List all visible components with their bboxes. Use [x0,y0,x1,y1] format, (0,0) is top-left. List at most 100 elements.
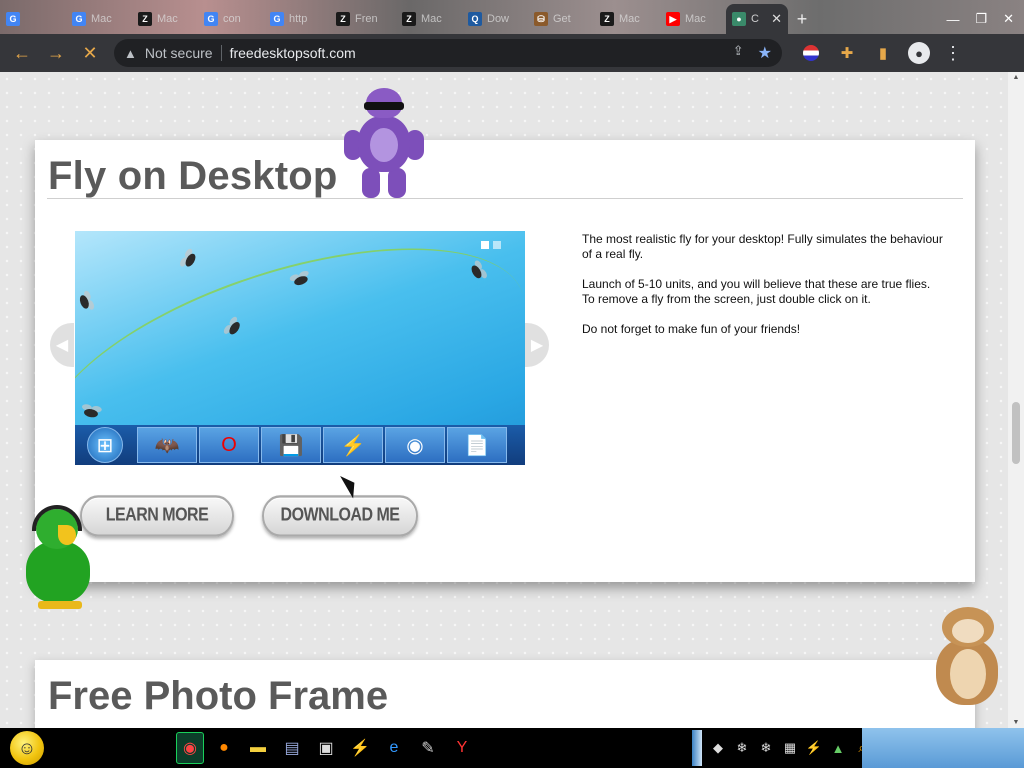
tab-title: Mac [421,13,442,25]
description-paragraph: To remove a fly from the screen, just do… [582,292,871,306]
next-product-title: Free Photo Frame [48,674,389,718]
firefox-task-icon[interactable]: ● [210,732,238,764]
tab-title: Mac [685,13,706,25]
browser-toolbar: ← → ✕ ▲ Not secure freedesktopsoft.com ⇪… [0,34,1024,72]
puzzle-icon[interactable]: ✚ [836,42,858,64]
php-file-icon: 📄 [447,427,507,463]
share-icon[interactable]: ⇪ [733,43,744,63]
tab-strip: G G Mac Z Mac Gcon Ghttp Z Fren Z Mac Q Dow ⛁ Get Z Mac ▶… [0,0,1024,34]
slider-next-button[interactable]: ▶ [525,323,549,367]
close-window-icon[interactable]: ✕ [1003,11,1014,27]
description-paragraph: The most realistic fly for your desktop!… [582,232,943,261]
tab-favicon-icon: ▶ [666,12,680,26]
chrome-icon: ◉ [385,427,445,463]
paint-task-icon[interactable]: ✎ [414,732,442,764]
new-tab-button[interactable]: + [788,4,816,34]
security-label[interactable]: Not secure [145,45,213,61]
tab-favicon-icon: ● [732,12,746,26]
yandex-task-icon[interactable]: Y [448,732,476,764]
browser-tab[interactable]: Z Mac [132,4,198,34]
browser-tab[interactable]: Z Fren [330,4,396,34]
browser-tab[interactable]: Z Mac [594,4,660,34]
scroll-down-icon[interactable]: ▼ [1012,719,1020,726]
extension-area: ✚ ▮ ● ⋮ [800,42,962,64]
back-arrow-icon[interactable]: ← [8,39,36,67]
browser-tab[interactable]: Z Mac [396,4,462,34]
tab-favicon-icon: Z [138,12,152,26]
active-tab[interactable]: ● C ✕ [726,4,788,34]
ie-task-icon[interactable]: e [380,732,408,764]
tab-title: Mac [619,13,640,25]
address-bar[interactable]: ▲ Not secure freedesktopsoft.com ⇪ ★ [114,39,782,67]
tray-app-icon[interactable]: ▦ [782,740,798,756]
winamp-icon: ⚡ [323,427,383,463]
purple-gorilla-mascot [344,88,424,200]
scroll-thumb[interactable] [1012,402,1020,464]
browser-tab[interactable]: ▶ Mac [660,4,726,34]
browser-tab[interactable]: G Mac [66,4,132,34]
tray-app-icon[interactable]: ◆ [710,740,726,756]
url-text[interactable]: freedesktopsoft.com [230,45,356,61]
tab-title: C [751,13,759,25]
browser-tab[interactable]: ⛁ Get [528,4,594,34]
window-controls: — ❐ ✕ [946,4,1024,34]
browser-tab[interactable]: G [0,4,66,34]
close-tab-icon[interactable]: ✕ [771,11,782,27]
minimize-icon[interactable]: — [946,12,959,27]
show-desktop-area[interactable] [862,728,1024,768]
stop-icon[interactable]: ✕ [76,39,104,67]
forward-arrow-icon[interactable]: → [42,39,70,67]
winamp-task-icon[interactable]: ⚡ [346,732,374,764]
snowflake-icon[interactable]: ❄ [734,740,750,756]
tab-favicon-icon: G [72,12,86,26]
taskbar-apps: ◉ ● ▬ ▤ ▣ ⚡ e ✎ Y [176,730,476,766]
tab-favicon-icon: Q [468,12,482,26]
browser-tab[interactable]: Ghttp [264,4,330,34]
tab-title: Mac [157,13,178,25]
slider-prev-button[interactable]: ◀ [50,323,74,367]
snowflake-icon[interactable]: ❄ [758,740,774,756]
slider-dots [481,241,501,249]
profile-icon[interactable]: ● [908,42,930,64]
tab-list: G G Mac Z Mac Gcon Ghttp Z Fren Z Mac Q Dow ⛁ Get Z Mac ▶… [0,4,788,34]
tab-favicon-icon: G [204,12,218,26]
browser-tab[interactable]: Gcon [198,4,264,34]
tab-favicon-icon: ⛁ [534,12,548,26]
smiley-start-icon[interactable]: ☺ [10,731,44,765]
product-description: The most realistic fly for your desktop!… [582,232,944,352]
tab-title: Fren [355,13,378,25]
star-icon[interactable]: ★ [758,43,772,63]
next-product-card: Free Photo Frame [35,660,975,728]
browser-tab[interactable]: Q Dow [462,4,528,34]
flag-extension-icon[interactable] [800,42,822,64]
parrot-mascot [22,505,94,613]
fly-image [75,286,96,316]
scroll-up-icon[interactable]: ▲ [1012,74,1020,81]
tab-title: http [289,13,308,25]
warning-icon[interactable]: ▲ [124,46,137,61]
restore-icon[interactable]: ❐ [975,11,987,27]
folder-task-icon[interactable]: ▬ [244,732,272,764]
tab-favicon-icon: Z [600,12,614,26]
tray-app-icon[interactable]: ▲ [830,740,846,756]
kebab-menu-icon[interactable]: ⋮ [944,43,962,64]
divider [220,45,222,61]
slider-dot[interactable] [493,241,501,249]
screenshot-slider[interactable]: ⊞ 🦇 O 💾 ⚡ ◉ 📄 [75,231,525,465]
omnibox-actions: ⇪ ★ [733,43,772,63]
tab-favicon-icon: Z [336,12,350,26]
web-page: Fly on Desktop ⊞ 🦇 O 💾 ⚡ ◉ 📄 ◀ ▶ The mos… [0,72,1008,728]
chrome-task-icon[interactable]: ◉ [176,732,204,764]
learn-more-button[interactable]: LEARN MORE [80,495,234,537]
os-taskbar: ☺ ◉ ● ▬ ▤ ▣ ⚡ e ✎ Y ◆ ❄ ❄ ▦ ⚡ ▲ ⌕ ● ⚑ ▭ … [0,728,1024,768]
download-button[interactable]: DOWNLOAD ME [262,495,418,537]
sidepanel-icon[interactable]: ▮ [872,42,894,64]
notepad-task-icon[interactable]: ▤ [278,732,306,764]
tab-favicon-icon: G [270,12,284,26]
tab-title: con [223,13,241,25]
winamp-tray-icon[interactable]: ⚡ [806,740,822,756]
7zip-task-icon[interactable]: ▣ [312,732,340,764]
page-scrollbar[interactable]: ▲ ▼ [1008,72,1024,728]
tray-divider [692,730,702,766]
slider-dot[interactable] [481,241,489,249]
